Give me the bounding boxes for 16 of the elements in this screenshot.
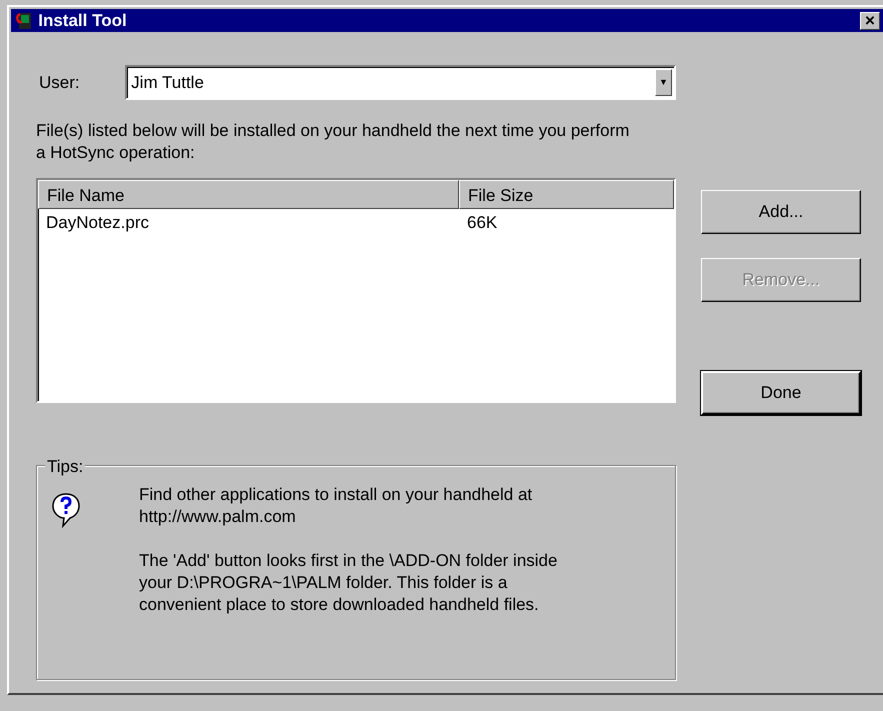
help-icon	[51, 492, 81, 528]
table-cell: DayNotez.prc	[46, 213, 149, 232]
dropdown-arrow-button[interactable]: ▼	[655, 69, 672, 96]
tip-text: The 'Add' button looks first in the \ADD-ON folder inside your D:\PROGRA~1\PALM folder. This folder is a convenient place to store downloaded handheld files.	[139, 550, 558, 616]
dialog-button[interactable]: Done	[701, 371, 861, 415]
user-label: User:	[39, 72, 81, 94]
app-icon	[14, 10, 34, 30]
dialog-button[interactable]: Add...	[701, 190, 861, 234]
close-button[interactable]: ×	[860, 12, 880, 30]
user-dropdown[interactable]: Jim Tuttle ▼	[125, 65, 676, 100]
table-cell: 66K	[467, 213, 498, 232]
column-header[interactable]: File Name	[38, 180, 459, 209]
window-title: Install Tool	[38, 10, 127, 32]
tip-text: Find other applications to install on your handheld at http://www.palm.com	[139, 484, 534, 528]
description-text: File(s) listed below will be installed on your handheld the next time you perform a HotSync operation:	[36, 120, 630, 164]
column-header[interactable]: File Size	[459, 180, 674, 209]
